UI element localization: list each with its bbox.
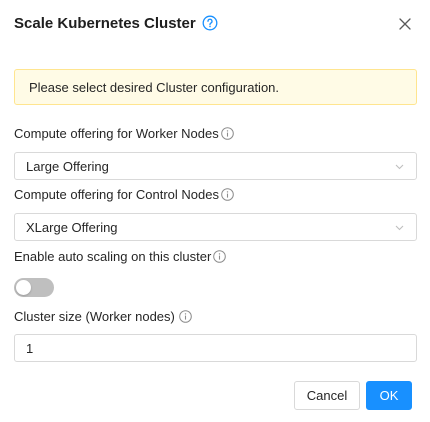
info-alert: Please select desired Cluster configurat…	[14, 69, 417, 105]
control-offering-select[interactable]: XLarge Offering	[14, 213, 417, 241]
info-circle-icon[interactable]	[179, 310, 192, 323]
worker-offering-select[interactable]: Large Offering	[14, 152, 417, 180]
modal-header: Scale Kubernetes Cluster	[14, 12, 420, 34]
auto-scaling-label: Enable auto scaling on this cluster	[14, 249, 227, 264]
control-offering-label: Compute offering for Control Nodes	[14, 187, 234, 202]
worker-offering-label-text: Compute offering for Worker Nodes	[14, 126, 219, 141]
worker-offering-value: Large Offering	[26, 158, 109, 174]
cluster-size-label: Cluster size (Worker nodes)	[14, 309, 192, 324]
cluster-size-label-text: Cluster size (Worker nodes)	[14, 309, 175, 324]
cancel-button[interactable]: Cancel	[294, 381, 360, 410]
close-icon[interactable]	[396, 15, 414, 33]
worker-offering-label: Compute offering for Worker Nodes	[14, 126, 234, 141]
cluster-size-input[interactable]	[14, 334, 417, 362]
modal-title: Scale Kubernetes Cluster	[14, 14, 196, 32]
question-circle-icon[interactable]	[202, 15, 218, 31]
info-circle-icon[interactable]	[220, 127, 234, 140]
toggle-knob	[16, 280, 31, 295]
control-offering-value: XLarge Offering	[26, 219, 118, 235]
info-circle-icon[interactable]	[221, 188, 234, 201]
control-offering-label-text: Compute offering for Control Nodes	[14, 187, 219, 202]
alert-message: Please select desired Cluster configurat…	[29, 79, 280, 95]
auto-scaling-toggle[interactable]	[14, 278, 54, 297]
auto-scaling-label-text: Enable auto scaling on this cluster	[14, 249, 212, 264]
chevron-down-icon	[394, 222, 405, 233]
ok-button[interactable]: OK	[366, 381, 412, 410]
scale-cluster-modal: Scale Kubernetes Cluster Please select d…	[0, 0, 430, 422]
info-circle-icon[interactable]	[213, 250, 227, 263]
chevron-down-icon	[394, 161, 405, 172]
